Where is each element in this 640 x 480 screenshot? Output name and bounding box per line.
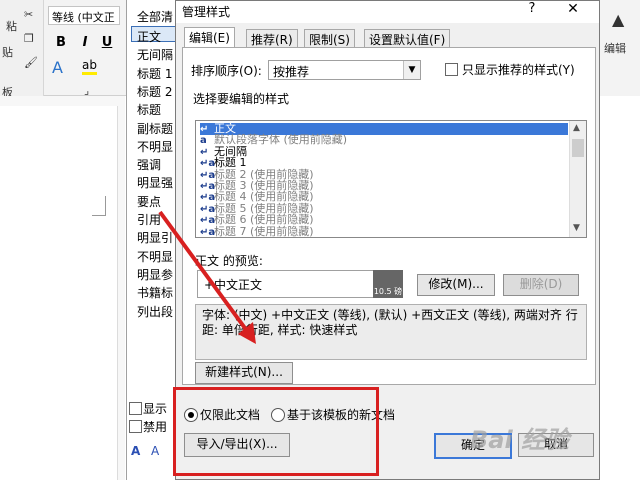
sort-order-select[interactable]: 按推荐 ▼ bbox=[268, 60, 421, 80]
editing-label[interactable]: 编辑 bbox=[604, 40, 626, 56]
italic-button[interactable]: I bbox=[76, 34, 94, 52]
format-painter-icon[interactable]: 🖌 bbox=[24, 56, 38, 69]
styles-pane-item[interactable]: 引用 bbox=[137, 211, 161, 228]
disable-linked-label: 禁用 bbox=[143, 420, 168, 434]
show-preview-checkbox[interactable] bbox=[129, 402, 142, 415]
style-description: 字体: (中文) +中文正文 (等线), (默认) +西文正文 (等线), 两端… bbox=[195, 304, 587, 360]
styles-pane-item[interactable]: 正文 bbox=[137, 28, 161, 45]
scroll-down-icon[interactable]: ▼ bbox=[573, 223, 580, 233]
styles-pane-item[interactable]: 明显参 bbox=[137, 266, 173, 283]
scroll-up-icon[interactable]: ▲ bbox=[573, 123, 580, 133]
delete-button[interactable]: 删除(D) bbox=[503, 274, 579, 296]
paste-fragment-1: 粘 bbox=[6, 20, 17, 33]
dialog-title: 管理样式 bbox=[182, 5, 231, 19]
styles-pane-item[interactable]: 不明显 bbox=[137, 248, 173, 265]
style-list-item[interactable]: ↵a标题 7 (使用前隐藏) bbox=[200, 224, 314, 238]
show-preview-label: 显示 bbox=[143, 402, 168, 416]
paste-label[interactable]: 贴 bbox=[2, 44, 13, 60]
disable-linked-checkbox[interactable] bbox=[129, 420, 142, 433]
bold-button[interactable]: B bbox=[52, 34, 70, 52]
styles-pane-item[interactable]: 强调 bbox=[137, 156, 161, 173]
select-style-label: 选择要编辑的样式 bbox=[193, 92, 290, 106]
styles-pane-item[interactable]: 标题 2 bbox=[137, 83, 172, 100]
close-button[interactable]: ✕ bbox=[560, 1, 586, 21]
cut-icon[interactable]: ✂ bbox=[24, 8, 33, 21]
chevron-down-icon[interactable]: ▼ bbox=[403, 61, 420, 79]
edit-tab-panel: 排序顺序(O): 按推荐 ▼ 只显示推荐的样式(Y) 选择要编辑的样式 ↵ 正文 a… bbox=[182, 47, 596, 385]
sort-order-value: 按推荐 bbox=[273, 65, 310, 79]
only-recommended-checkbox[interactable] bbox=[445, 63, 458, 76]
new-style-button[interactable]: 新建样式(N)... bbox=[195, 362, 293, 384]
styles-pane-item[interactable]: 书籍标 bbox=[137, 284, 173, 301]
clipboard-group: 粘 贴 板 ✂ ❐ 🖌 bbox=[0, 0, 44, 99]
style-preview: +中文正文 bbox=[197, 270, 389, 298]
styles-pane-item[interactable]: 要点 bbox=[137, 193, 161, 210]
font-name-combo[interactable]: 等线 (中文正 bbox=[48, 6, 120, 25]
scrollbar-thumb[interactable] bbox=[572, 139, 584, 157]
clear-all-style[interactable]: 全部清 bbox=[137, 8, 173, 25]
page-corner-mark bbox=[92, 196, 106, 216]
dialog-title-bar[interactable]: 管理样式 ? ✕ bbox=[176, 1, 599, 23]
sort-order-label: 排序顺序(O): bbox=[191, 64, 262, 78]
styles-pane-item[interactable]: 不明显 bbox=[137, 138, 173, 155]
text-effect-icon[interactable]: A bbox=[52, 58, 63, 77]
scrollbar[interactable]: ▲ ▼ bbox=[569, 121, 586, 237]
styles-pane-item[interactable]: 标题 1 bbox=[137, 65, 172, 82]
style-type-icon: ↵a bbox=[200, 226, 216, 238]
styles-pane-item[interactable]: 明显引 bbox=[137, 229, 173, 246]
help-button[interactable]: ? bbox=[523, 1, 541, 21]
preview-label: 正文 的预览: bbox=[195, 254, 263, 268]
style-inspector-icon[interactable]: A bbox=[151, 444, 159, 458]
styles-pane-item[interactable]: 明显强 bbox=[137, 174, 173, 191]
style-listbox[interactable]: ↵ 正文 a 默认段落字体 (使用前隐藏) ↵ 无间隔 ↵a标题 1 ↵a标题 2 (使用前隐… bbox=[195, 120, 587, 238]
annotation-box bbox=[173, 387, 379, 476]
new-style-icon[interactable]: A bbox=[131, 444, 140, 458]
only-recommended-label: 只显示推荐的样式(Y) bbox=[462, 63, 575, 77]
styles-pane-item[interactable]: 副标题 bbox=[137, 120, 173, 137]
find-icon[interactable]: ▲ bbox=[612, 10, 624, 29]
styles-pane-item[interactable]: 无间隔 bbox=[137, 46, 173, 63]
styles-pane-item[interactable]: 列出段 bbox=[137, 303, 173, 320]
document-page[interactable] bbox=[0, 106, 118, 480]
editing-group: ▲ 编辑 bbox=[600, 0, 640, 96]
highlight-icon[interactable]: ab bbox=[82, 58, 97, 75]
style-list-item-label: 标题 7 (使用前隐藏) bbox=[214, 224, 314, 238]
modify-button[interactable]: 修改(M)... bbox=[417, 274, 495, 296]
copy-icon[interactable]: ❐ bbox=[24, 32, 34, 45]
watermark: Bai 经验 bbox=[470, 426, 570, 454]
preview-size-badge: 10.5 磅 bbox=[373, 270, 403, 298]
styles-pane-item[interactable]: 标题 bbox=[137, 101, 161, 118]
underline-button[interactable]: U bbox=[98, 34, 116, 52]
